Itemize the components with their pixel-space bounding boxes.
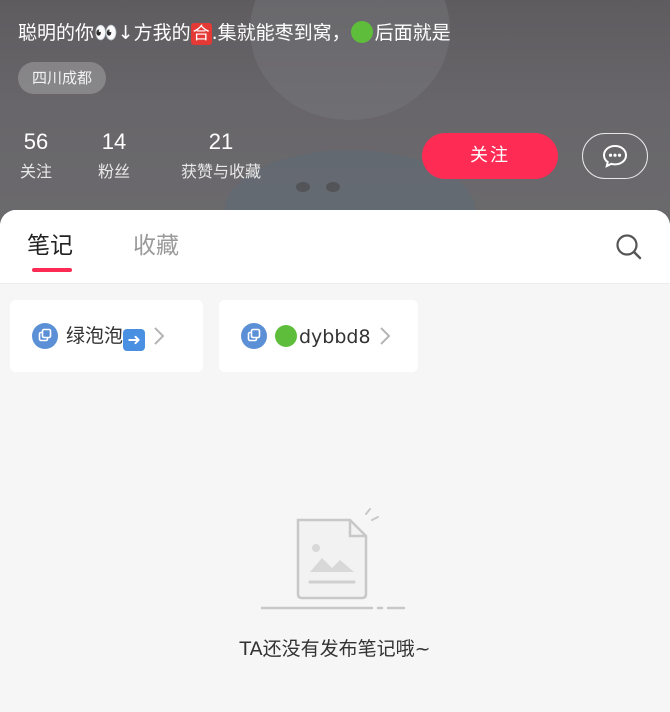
- stat-label: 关注: [19, 162, 52, 181]
- bio-text: 后面就是: [374, 22, 451, 44]
- tab-collections[interactable]: 收藏: [133, 230, 179, 262]
- collection-name: dybbd8: [299, 325, 371, 348]
- follow-button[interactable]: 关注: [422, 133, 558, 179]
- chevron-right-icon: [379, 327, 390, 345]
- collection-chip[interactable]: dybbd8: [219, 300, 418, 372]
- green-circle-icon: [350, 21, 373, 43]
- content-panel: 笔记 收藏 绿泡泡 ➜ dybbd8 TA还没有发布笔记哦~: [0, 210, 670, 712]
- tab-notes[interactable]: 笔记: [27, 230, 73, 262]
- stat-followers[interactable]: 14 粉丝: [96, 128, 132, 184]
- stat-following[interactable]: 56 关注: [18, 128, 54, 184]
- stat-label: 粉丝: [97, 162, 130, 181]
- stat-likes[interactable]: 21 获赞与收藏: [176, 128, 266, 184]
- stat-value: 56: [23, 129, 49, 154]
- chat-bubble-icon: [602, 144, 628, 168]
- empty-state-message: TA还没有发布笔记哦~: [239, 638, 431, 660]
- search-button[interactable]: [614, 232, 644, 262]
- stat-value: 14: [101, 129, 127, 154]
- collection-label: 绿泡泡 ➜: [66, 321, 146, 351]
- stack-icon: [32, 323, 58, 349]
- bio-text: ↓方我的: [117, 22, 191, 44]
- background-blob: [326, 182, 340, 192]
- collection-label: dybbd8: [275, 324, 371, 348]
- bio-text: 聪明的你: [18, 22, 95, 44]
- search-icon: [616, 234, 642, 260]
- stat-label: 获赞与收藏: [180, 162, 261, 181]
- message-button[interactable]: [582, 133, 648, 179]
- empty-document-icon: [260, 508, 406, 610]
- background-blob: [250, 0, 450, 120]
- chevron-right-icon: [154, 327, 165, 345]
- stat-value: 21: [208, 129, 234, 154]
- location-tag[interactable]: 四川成都: [18, 62, 107, 94]
- collection-name: 绿泡泡: [66, 325, 124, 347]
- bio-text: .集就能枣到窝，: [211, 22, 351, 44]
- right-arrow-emoji: ➜: [123, 329, 146, 351]
- green-circle-icon: [275, 324, 297, 347]
- tabs-bar: 笔记 收藏: [0, 210, 670, 284]
- profile-bio: 聪明的你👀↓方我的合 .集就能枣到窝， 后面就是: [18, 20, 658, 46]
- collection-chip[interactable]: 绿泡泡 ➜: [10, 300, 203, 372]
- active-tab-indicator: [32, 268, 72, 272]
- he-badge: 合: [190, 23, 212, 45]
- profile-header: 聪明的你👀↓方我的合 .集就能枣到窝， 后面就是 四川成都 56 关注 14 粉丝 …: [0, 0, 670, 240]
- stack-icon: [241, 323, 267, 349]
- eyes-emoji: 👀: [94, 22, 118, 44]
- background-blob: [296, 182, 310, 192]
